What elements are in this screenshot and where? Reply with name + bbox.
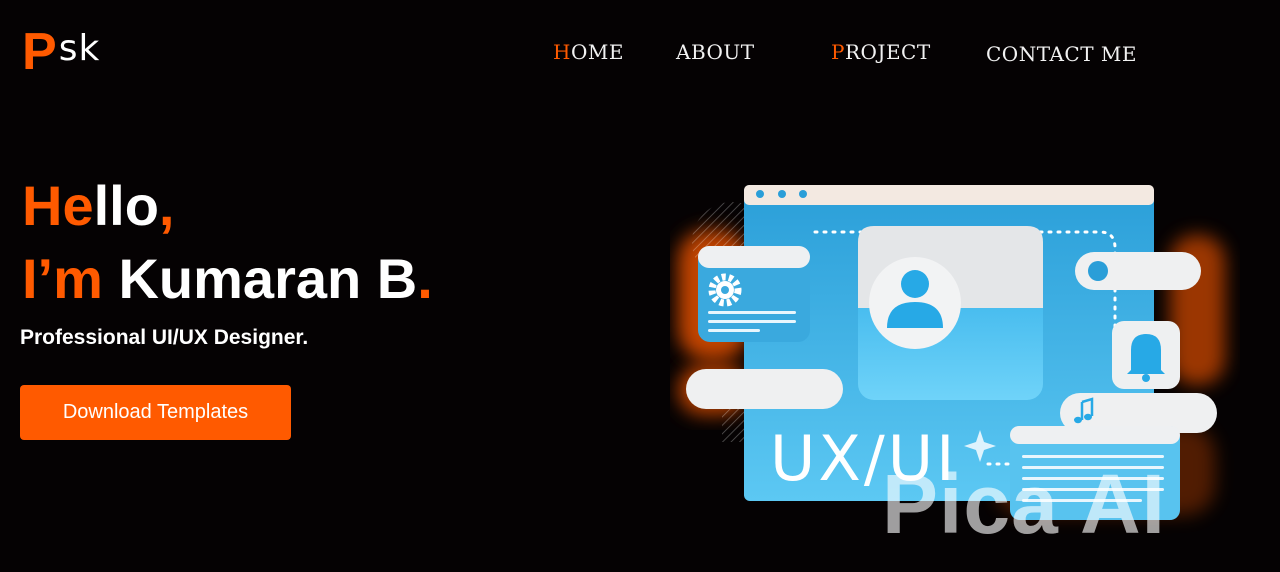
toggle-knob-icon xyxy=(1088,261,1108,281)
nav-project-link[interactable]: PROJECT xyxy=(831,40,931,64)
logo-initial: P xyxy=(22,23,57,81)
hero-name: I’m Kumaran B. xyxy=(22,247,433,310)
hero-greeting: Hello, xyxy=(22,174,175,237)
site-logo[interactable]: P sk xyxy=(22,23,101,81)
nav-contact-link[interactable]: CONTACT ME xyxy=(986,42,1137,66)
download-templates-button[interactable]: Download Templates xyxy=(20,385,291,440)
window-dot-icon xyxy=(756,190,764,198)
nav-about-link[interactable]: ABOUT xyxy=(676,40,755,64)
logo-text: sk xyxy=(58,28,101,69)
window-dot-icon xyxy=(778,190,786,198)
watermark: Pica AI xyxy=(882,457,1167,551)
nav-home-link[interactable]: HOME xyxy=(553,40,624,64)
window-dot-icon xyxy=(799,190,807,198)
hero-subtitle: Professional UI/UX Designer. xyxy=(20,326,309,349)
